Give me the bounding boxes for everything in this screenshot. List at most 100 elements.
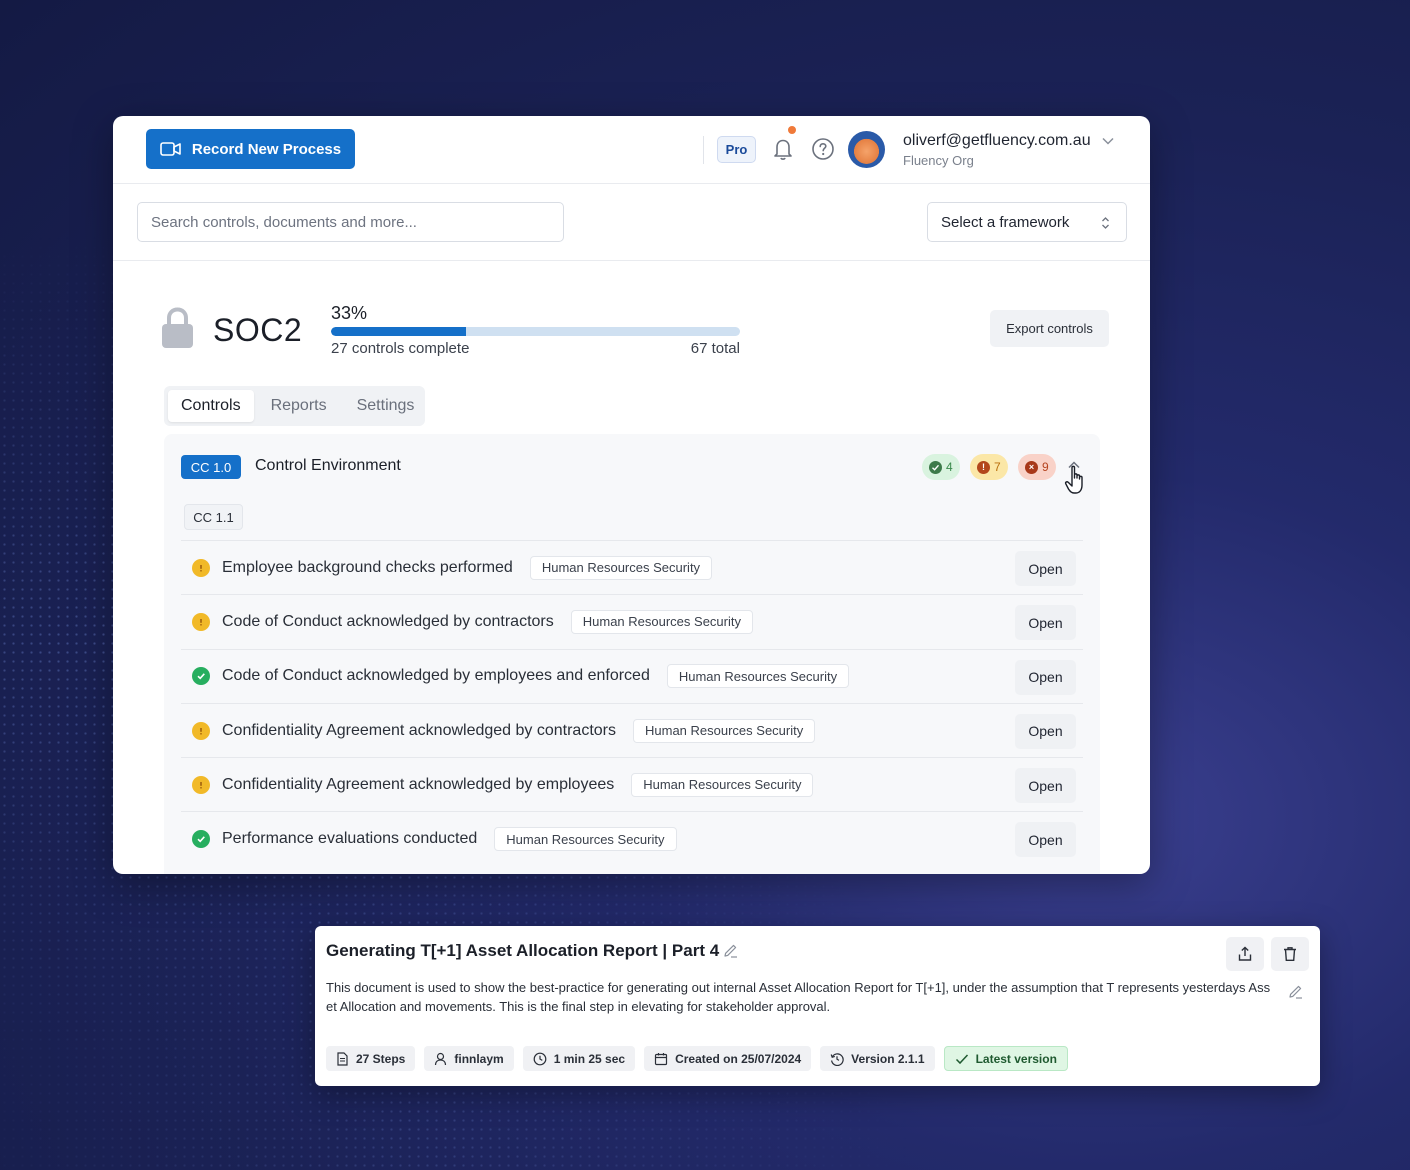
version-meta: Version 2.1.1 (820, 1046, 935, 1071)
export-controls-button[interactable]: Export controls (990, 310, 1109, 347)
check-circle-icon (192, 667, 210, 686)
alert-circle-icon (192, 558, 210, 577)
document-title: Generating T[+1] Asset Allocation Report… (326, 941, 720, 960)
delete-button[interactable] (1271, 937, 1309, 971)
record-button-label: Record New Process (191, 140, 342, 158)
controls-complete-label: 27 controls complete (331, 340, 470, 357)
open-control-button[interactable]: Open (1015, 551, 1076, 586)
top-bar: Record New Process Pro oliverf@getfluenc… (113, 116, 1150, 184)
steps-meta: 27 Steps (326, 1046, 416, 1071)
open-control-button[interactable]: Open (1015, 768, 1076, 804)
control-row: Confidentiality Agreement acknowledged b… (181, 702, 1083, 757)
user-avatar[interactable] (848, 131, 885, 168)
search-input[interactable] (137, 202, 564, 242)
steps-count: 27 Steps (356, 1051, 406, 1066)
complete-count-pill: 4 (922, 454, 960, 480)
control-label: Confidentiality Agreement acknowledged b… (222, 775, 615, 793)
control-category-tag: Human Resources Security (631, 772, 814, 797)
error-count-pill: × 9 (1018, 454, 1056, 480)
framework-select-label: Select a framework (941, 213, 1070, 231)
control-row: Employee background checks performed Huma… (181, 540, 1083, 594)
section-title: Control Environment (255, 457, 401, 474)
check-circle-icon (192, 830, 210, 849)
notification-dot (788, 126, 796, 134)
progress-percent: 33% (331, 303, 368, 323)
control-category-tag: Human Resources Security (529, 555, 713, 580)
control-label: Performance evaluations conducted (222, 830, 478, 848)
controls-total-label: 67 total (690, 340, 740, 357)
control-row: Confidentiality Agreement acknowledged b… (181, 757, 1083, 811)
framework-title: SOC2 (213, 312, 303, 348)
open-control-button[interactable]: Open (1015, 822, 1076, 858)
author-meta: finnlaym (424, 1046, 514, 1071)
control-row: Performance evaluations conducted Human R… (181, 811, 1083, 865)
process-document-card: Generating T[+1] Asset Allocation Report… (315, 926, 1320, 1086)
bell-icon[interactable] (771, 136, 795, 162)
control-category-tag: Human Resources Security (494, 827, 677, 852)
warning-count-pill: ! 7 (970, 454, 1008, 480)
duration-meta: 1 min 25 sec (522, 1046, 636, 1071)
x-circle-icon: × (1025, 460, 1038, 474)
share-button[interactable] (1226, 937, 1264, 971)
control-row: Code of Conduct acknowledged by contract… (181, 594, 1083, 648)
tab-bar: Controls Reports Settings (164, 386, 425, 426)
control-row: Code of Conduct acknowledged by employee… (181, 648, 1083, 703)
progress-bar-fill (331, 327, 466, 336)
open-control-button[interactable]: Open (1015, 713, 1076, 749)
compliance-app-window: Record New Process Pro oliverf@getfluenc… (113, 116, 1150, 874)
document-icon (337, 1051, 348, 1066)
control-label: Code of Conduct acknowledged by contract… (222, 612, 554, 630)
document-description: This document is used to show the best-p… (326, 980, 1271, 1014)
divider (703, 136, 704, 164)
pro-plan-badge[interactable]: Pro (717, 136, 756, 163)
warning-count: 7 (994, 460, 1001, 474)
latest-version-label: Latest version (975, 1051, 1057, 1066)
control-category-tag: Human Resources Security (666, 664, 850, 689)
tab-settings[interactable]: Settings (344, 390, 428, 422)
chevron-down-icon[interactable] (1101, 134, 1115, 148)
hand-cursor-icon (1064, 465, 1083, 494)
alert-circle-icon (192, 721, 210, 740)
section-code-badge: CC 1.0 (181, 455, 241, 479)
open-control-button[interactable]: Open (1015, 605, 1076, 641)
trash-icon (1284, 947, 1296, 961)
author-name: finnlaym (454, 1051, 504, 1066)
clock-icon (533, 1052, 547, 1065)
control-label: Code of Conduct acknowledged by employee… (222, 667, 650, 685)
control-category-tag: Human Resources Security (570, 609, 753, 634)
framework-select[interactable]: Select a framework (927, 202, 1127, 242)
check-icon (955, 1053, 968, 1064)
control-section: CC 1.0 Control Environment 4 ! 7 × 9 CC … (164, 434, 1100, 874)
control-label: Confidentiality Agreement acknowledged b… (222, 721, 616, 739)
complete-count: 4 (946, 460, 953, 474)
pencil-icon[interactable] (1288, 984, 1303, 999)
user-org: Fluency Org (903, 153, 974, 168)
select-updown-icon (1102, 217, 1109, 229)
video-camera-icon (160, 142, 181, 156)
document-meta-row: 27 Steps finnlaym 1 min 25 sec Created o… (326, 1046, 1068, 1071)
tab-reports[interactable]: Reports (258, 390, 340, 422)
user-icon (435, 1052, 447, 1065)
created-meta: Created on 25/07/2024 (644, 1046, 812, 1071)
subgroup-badge: CC 1.1 (184, 504, 243, 530)
alert-circle-icon (192, 775, 210, 794)
open-control-button[interactable]: Open (1015, 659, 1076, 695)
help-icon[interactable] (811, 137, 835, 161)
control-category-tag: Human Resources Security (633, 718, 816, 743)
control-label: Employee background checks performed (222, 558, 513, 576)
share-icon (1238, 946, 1252, 961)
progress-bar (331, 327, 740, 336)
calendar-icon (654, 1052, 668, 1065)
alert-circle-icon (192, 612, 210, 631)
controls-list: Employee background checks performed Huma… (181, 540, 1083, 866)
created-date: Created on 25/07/2024 (675, 1051, 802, 1066)
version-label: Version 2.1.1 (851, 1051, 925, 1066)
history-icon (830, 1052, 844, 1066)
search-row: Select a framework (113, 184, 1150, 261)
latest-version-badge: Latest version (943, 1046, 1068, 1071)
alert-circle-icon: ! (977, 460, 990, 474)
record-new-process-button[interactable]: Record New Process (146, 129, 355, 169)
user-email: oliverf@getfluency.com.au (903, 132, 1091, 149)
tab-controls[interactable]: Controls (168, 390, 254, 422)
pencil-icon[interactable] (723, 943, 738, 958)
